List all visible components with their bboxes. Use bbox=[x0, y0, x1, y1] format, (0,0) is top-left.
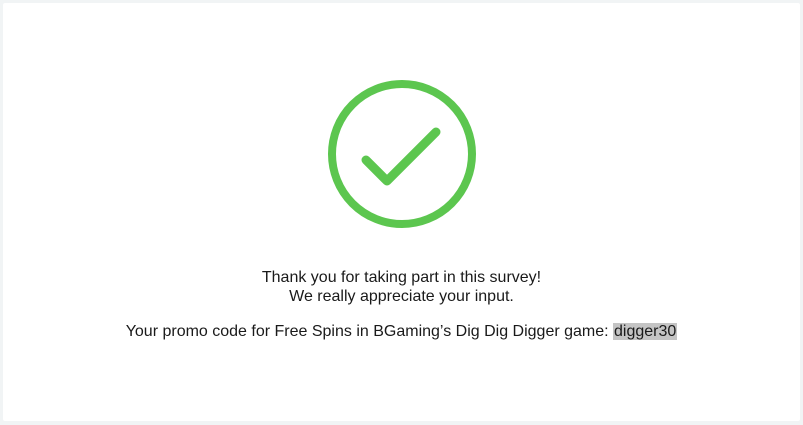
checkmark-stroke bbox=[361, 127, 441, 186]
promo-code-value[interactable]: digger30 bbox=[613, 323, 678, 340]
checkmark-circle-icon bbox=[326, 78, 478, 230]
success-circle bbox=[328, 80, 476, 228]
promo-code-label: Your promo code for Free Spins in BGamin… bbox=[125, 323, 614, 340]
promo-code-text: Your promo code for Free Spins in BGamin… bbox=[0, 322, 803, 342]
thank-you-message: Thank you for taking part in this survey… bbox=[0, 268, 803, 306]
appreciation-line: We really appreciate your input. bbox=[289, 288, 514, 305]
checkmark-circle-graphic bbox=[328, 80, 476, 228]
thank-you-line: Thank you for taking part in this survey… bbox=[261, 269, 542, 286]
